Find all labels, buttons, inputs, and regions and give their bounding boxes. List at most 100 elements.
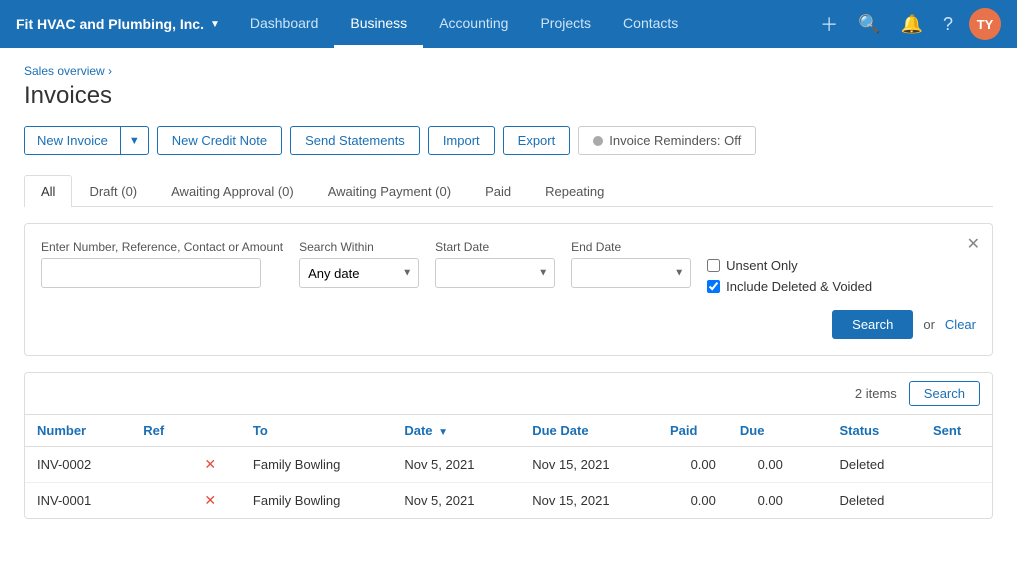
cell-spacer — [795, 483, 828, 519]
include-deleted-checkbox[interactable] — [707, 280, 720, 293]
th-date[interactable]: Date ▼ — [392, 415, 520, 447]
cell-date: Nov 5, 2021 — [392, 483, 520, 519]
tab-awaiting-approval[interactable]: Awaiting Approval (0) — [154, 175, 311, 207]
table-body: INV-0002 ✕ Family Bowling Nov 5, 2021 No… — [25, 447, 992, 519]
th-due[interactable]: Due — [728, 415, 795, 447]
search-actions: Search or Clear — [41, 310, 976, 339]
end-date-label: End Date — [571, 240, 691, 254]
nav-item-contacts[interactable]: Contacts — [607, 0, 694, 48]
unsent-only-checkbox[interactable] — [707, 259, 720, 272]
cell-sent — [921, 447, 992, 483]
tab-all[interactable]: All — [24, 175, 72, 207]
page-content: Sales overview › Invoices New Invoice ▼ … — [0, 48, 1017, 576]
new-invoice-dropdown-button[interactable]: ▼ — [121, 129, 148, 153]
th-ref[interactable]: Ref — [131, 415, 192, 447]
action-bar: New Invoice ▼ New Credit Note Send State… — [24, 126, 993, 155]
start-date-select[interactable] — [435, 258, 555, 288]
search-within-label: Search Within — [299, 240, 419, 254]
table-row: INV-0002 ✕ Family Bowling Nov 5, 2021 No… — [25, 447, 992, 483]
cell-paid: 0.00 — [658, 447, 728, 483]
search-within-select[interactable]: Any date This month Last month This year — [299, 258, 419, 288]
search-icon[interactable]: 🔍 — [854, 10, 884, 39]
top-nav: Fit HVAC and Plumbing, Inc. ▼ Dashboard … — [0, 0, 1017, 48]
cell-status: Deleted — [828, 483, 922, 519]
end-date-field-group: End Date ▼ — [571, 240, 691, 288]
invoice-reminders-button[interactable]: Invoice Reminders: Off — [578, 126, 756, 155]
number-field-group: Enter Number, Reference, Contact or Amou… — [41, 240, 283, 288]
unsent-only-label: Unsent Only — [726, 258, 798, 273]
search-fields: Enter Number, Reference, Contact or Amou… — [41, 240, 976, 294]
tab-repeating[interactable]: Repeating — [528, 175, 621, 207]
notifications-icon[interactable]: 🔔 — [897, 10, 927, 39]
cell-status: Deleted — [828, 447, 922, 483]
results-search-button[interactable]: Search — [909, 381, 980, 406]
search-panel-close-button[interactable]: ✕ — [967, 234, 980, 254]
tabs: All Draft (0) Awaiting Approval (0) Awai… — [24, 175, 993, 207]
start-date-field-group: Start Date ▼ — [435, 240, 555, 288]
search-within-field-group: Search Within Any date This month Last m… — [299, 240, 419, 288]
delete-icon[interactable]: ✕ — [204, 456, 216, 472]
th-spacer — [795, 415, 828, 447]
send-statements-button[interactable]: Send Statements — [290, 126, 420, 155]
cell-ref — [131, 483, 192, 519]
table-header-row: Number Ref To Date ▼ Due Date Paid Due S… — [25, 415, 992, 447]
cell-due: 0.00 — [728, 447, 795, 483]
cell-due: 0.00 — [728, 483, 795, 519]
export-button[interactable]: Export — [503, 126, 571, 155]
nav-right: ＋ 🔍 🔔 ? TY — [816, 7, 1001, 41]
th-due-date[interactable]: Due Date — [520, 415, 658, 447]
th-status[interactable]: Status — [828, 415, 922, 447]
cell-delete: ✕ — [192, 447, 241, 483]
clear-button[interactable]: Clear — [945, 317, 976, 332]
page-title: Invoices — [24, 82, 993, 110]
delete-icon[interactable]: ✕ — [204, 492, 216, 508]
add-icon[interactable]: ＋ — [816, 7, 842, 41]
nav-item-business[interactable]: Business — [334, 0, 423, 48]
tab-awaiting-payment[interactable]: Awaiting Payment (0) — [311, 175, 468, 207]
th-to[interactable]: To — [241, 415, 392, 447]
number-input[interactable] — [41, 258, 261, 288]
company-name: Fit HVAC and Plumbing, Inc. — [16, 16, 204, 32]
invoice-reminders-label: Invoice Reminders: Off — [609, 133, 741, 148]
cell-due-date: Nov 15, 2021 — [520, 483, 658, 519]
unsent-only-row: Unsent Only — [707, 258, 872, 273]
cell-to[interactable]: Family Bowling — [241, 447, 392, 483]
items-count: 2 items — [855, 386, 897, 401]
breadcrumb[interactable]: Sales overview › — [24, 64, 993, 78]
nav-item-accounting[interactable]: Accounting — [423, 0, 524, 48]
end-date-select[interactable] — [571, 258, 691, 288]
th-number[interactable]: Number — [25, 415, 131, 447]
nav-item-dashboard[interactable]: Dashboard — [234, 0, 335, 48]
nav-item-projects[interactable]: Projects — [524, 0, 607, 48]
data-table: Number Ref To Date ▼ Due Date Paid Due S… — [25, 415, 992, 518]
new-invoice-button-group: New Invoice ▼ — [24, 126, 149, 155]
company-chevron-icon: ▼ — [210, 19, 220, 30]
tab-draft[interactable]: Draft (0) — [72, 175, 154, 207]
new-invoice-button[interactable]: New Invoice — [25, 127, 121, 154]
new-credit-note-button[interactable]: New Credit Note — [157, 126, 282, 155]
include-deleted-label: Include Deleted & Voided — [726, 279, 872, 294]
table-row: INV-0001 ✕ Family Bowling Nov 5, 2021 No… — [25, 483, 992, 519]
avatar[interactable]: TY — [969, 8, 1001, 40]
help-icon[interactable]: ? — [939, 10, 957, 39]
end-date-select-wrap: ▼ — [571, 258, 691, 288]
cell-spacer — [795, 447, 828, 483]
checkboxes: Unsent Only Include Deleted & Voided — [707, 240, 872, 294]
cell-delete: ✕ — [192, 483, 241, 519]
search-button[interactable]: Search — [832, 310, 913, 339]
results-header: 2 items Search — [25, 373, 992, 415]
import-button[interactable]: Import — [428, 126, 495, 155]
cell-to[interactable]: Family Bowling — [241, 483, 392, 519]
include-deleted-row: Include Deleted & Voided — [707, 279, 872, 294]
search-within-select-wrap: Any date This month Last month This year… — [299, 258, 419, 288]
company-selector[interactable]: Fit HVAC and Plumbing, Inc. ▼ — [16, 16, 234, 32]
reminder-status-dot — [593, 136, 603, 146]
cell-due-date: Nov 15, 2021 — [520, 447, 658, 483]
th-sent[interactable]: Sent — [921, 415, 992, 447]
date-sort-icon: ▼ — [438, 427, 448, 438]
tab-paid[interactable]: Paid — [468, 175, 528, 207]
th-paid[interactable]: Paid — [658, 415, 728, 447]
th-delete — [192, 415, 241, 447]
number-label: Enter Number, Reference, Contact or Amou… — [41, 240, 283, 254]
nav-items: Dashboard Business Accounting Projects C… — [234, 0, 816, 48]
